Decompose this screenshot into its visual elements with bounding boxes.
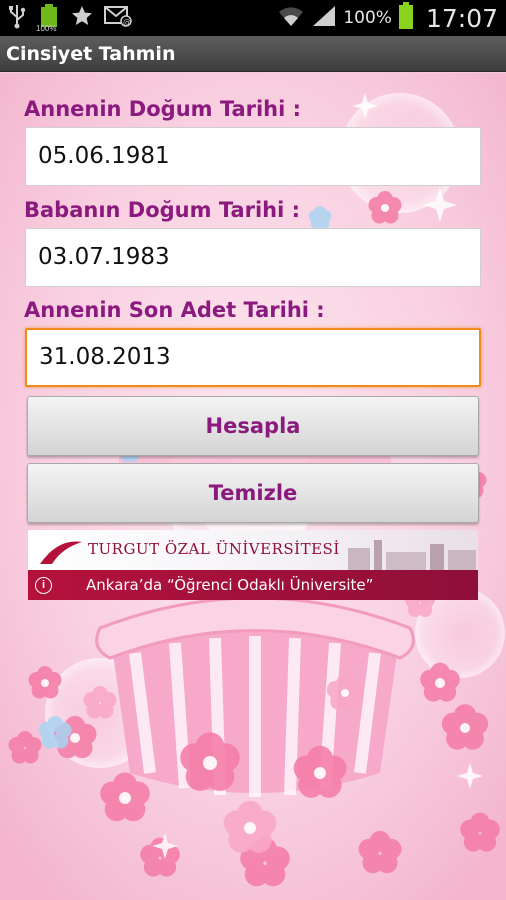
wifi-icon (277, 4, 305, 33)
clock: 17:07 (425, 3, 498, 33)
father-birth-date-field[interactable]: 03.07.1983 (25, 228, 481, 287)
usb-icon (6, 3, 28, 34)
campus-skyline-icon (348, 540, 476, 570)
ad-tagline: Ankara’da “Öğrenci Odaklı Üniversite” (86, 576, 374, 594)
university-logo-icon (40, 541, 82, 564)
battery-small-icon: 100% (36, 3, 60, 33)
father-birth-label: Babanın Doğum Tarihi : (24, 198, 301, 222)
status-icons: 100% 17:07 (277, 0, 498, 36)
mother-birth-date-field[interactable]: 05.06.1981 (25, 127, 481, 186)
ad-banner[interactable]: TURGUT ÖZAL ÜNİVERSİTESİ i Ankara’da “Öğ… (28, 530, 478, 600)
battery-percent: 100% (343, 8, 392, 28)
small-battery-text: 100% (36, 24, 57, 33)
svg-text:@: @ (123, 17, 131, 26)
last-period-label: Annenin Son Adet Tarihi : (24, 298, 325, 322)
ad-banner-top: TURGUT ÖZAL ÜNİVERSİTESİ (28, 530, 478, 570)
status-bar: 100% @ 100% 17:07 (0, 0, 506, 36)
battery-icon (398, 1, 414, 35)
calculate-button[interactable]: Hesapla (27, 396, 479, 456)
clear-button[interactable]: Temizle (27, 463, 479, 523)
star-icon (70, 4, 94, 33)
info-icon[interactable]: i (35, 577, 52, 594)
app-title-bar: Cinsiyet Tahmin (0, 36, 506, 72)
ad-title: TURGUT ÖZAL ÜNİVERSİTESİ (88, 540, 340, 558)
notification-icons: 100% @ (6, 0, 132, 36)
cell-signal-icon (311, 4, 337, 33)
app-title: Cinsiyet Tahmin (6, 43, 176, 65)
last-period-date-field[interactable]: 31.08.2013 (25, 328, 481, 387)
mail-icon: @ (104, 5, 132, 32)
mother-birth-label: Annenin Doğum Tarihi : (24, 97, 302, 121)
